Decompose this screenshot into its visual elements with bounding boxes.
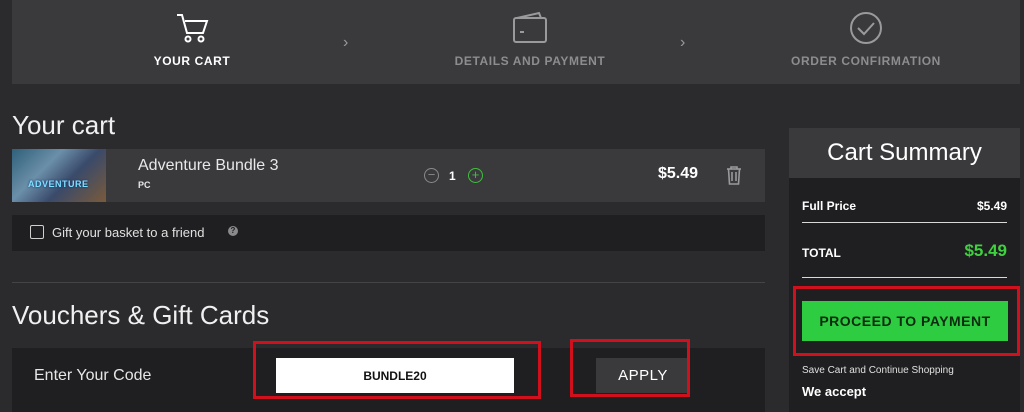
chevron-right-icon: › — [343, 34, 349, 51]
apply-button[interactable]: APPLY — [596, 358, 690, 393]
checkout-steps: YOUR CART › DETAILS AND PAYMENT › ORDER … — [12, 0, 1020, 84]
step-details-and-payment: DETAILS AND PAYMENT — [432, 0, 628, 84]
step-label: YOUR CART — [153, 54, 231, 68]
voucher-code-label: Enter Your Code — [34, 367, 152, 384]
wallet-icon — [511, 10, 549, 51]
cart-summary-panel: Cart Summary Full Price $5.49 TOTAL $5.4… — [789, 128, 1020, 412]
step-label: DETAILS AND PAYMENT — [454, 54, 606, 68]
trash-icon[interactable] — [725, 164, 743, 191]
step-your-cart: YOUR CART — [122, 0, 262, 84]
we-accept-label: We accept — [802, 384, 867, 399]
gift-checkbox[interactable] — [30, 225, 44, 239]
check-circle-icon — [848, 10, 884, 51]
help-icon[interactable]: ? — [228, 226, 238, 236]
gift-label[interactable]: Gift your basket to a friend — [52, 225, 204, 240]
vouchers-title: Vouchers & Gift Cards — [12, 300, 270, 330]
save-cart-link[interactable]: Save Cart and Continue Shopping — [802, 365, 954, 376]
increase-quantity-button[interactable]: + — [468, 168, 483, 183]
product-name[interactable]: Adventure Bundle 3 — [138, 157, 279, 175]
step-order-confirmation: ORDER CONFIRMATION — [770, 0, 962, 84]
full-price-label: Full Price — [802, 199, 857, 213]
product-price: $5.49 — [658, 165, 699, 182]
gift-option-row: Gift your basket to a friend ? — [12, 215, 765, 251]
cart-summary-title: Cart Summary — [789, 128, 1020, 178]
summary-divider — [802, 222, 1007, 223]
step-label: ORDER CONFIRMATION — [791, 54, 941, 68]
voucher-code-input[interactable] — [276, 358, 514, 393]
shopping-cart-icon — [174, 10, 210, 51]
checkout-page: YOUR CART › DETAILS AND PAYMENT › ORDER … — [0, 0, 1024, 412]
quantity-value: 1 — [449, 169, 456, 183]
chevron-right-icon: › — [680, 34, 686, 51]
total-label: TOTAL — [802, 246, 841, 260]
cart-item-row: ADVENTURE Adventure Bundle 3 PC − 1 + $5… — [12, 149, 765, 202]
cart-title: Your cart — [12, 110, 116, 140]
product-thumbnail[interactable]: ADVENTURE — [12, 149, 106, 202]
full-price-value: $5.49 — [976, 199, 1007, 213]
decrease-quantity-button[interactable]: − — [424, 168, 439, 183]
section-divider — [12, 282, 765, 283]
proceed-to-payment-button[interactable]: PROCEED TO PAYMENT — [802, 301, 1008, 341]
summary-divider — [802, 277, 1007, 278]
thumbnail-logo-text: ADVENTURE — [28, 179, 89, 189]
voucher-row: Enter Your Code APPLY — [12, 348, 765, 412]
product-platform: PC — [138, 180, 151, 190]
total-value: $5.49 — [964, 241, 1007, 260]
